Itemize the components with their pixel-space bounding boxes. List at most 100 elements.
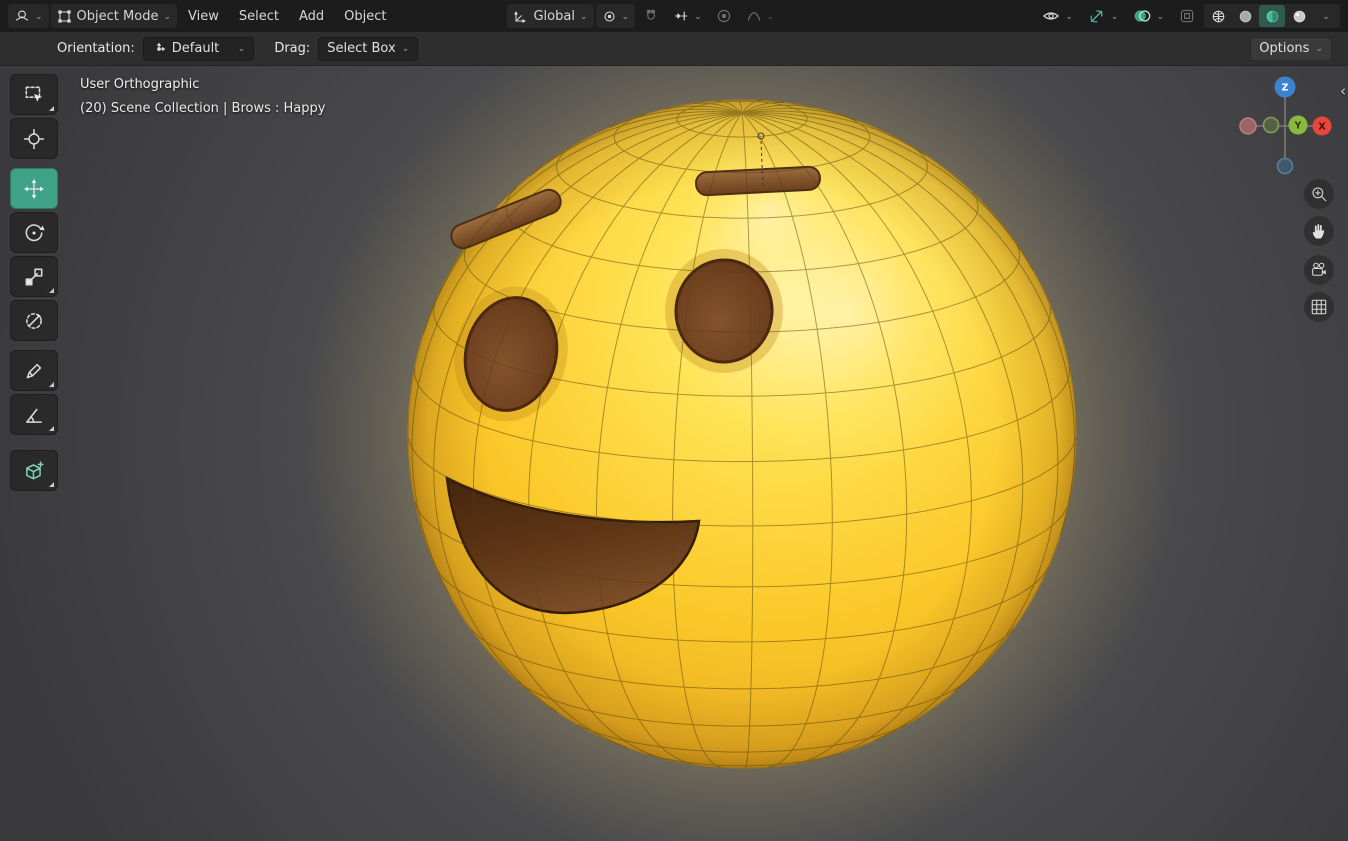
gizmo-x-label: X <box>1318 122 1326 133</box>
tool-cursor[interactable] <box>10 118 58 159</box>
subtool-indicator <box>49 482 54 487</box>
editor-type-button[interactable]: ⌄ <box>8 4 49 28</box>
gizmo-axis-neg-x[interactable] <box>1239 117 1257 135</box>
menu-add[interactable]: Add <box>290 4 333 28</box>
grid-icon <box>1311 299 1327 315</box>
menu-view[interactable]: View <box>179 4 228 28</box>
mode-dropdown[interactable]: Object Mode ⌄ <box>50 4 177 28</box>
tool-shelf <box>10 74 58 497</box>
shading-solid-button[interactable] <box>1232 5 1258 27</box>
orientation-value: Global <box>533 8 575 24</box>
tool-annotate[interactable] <box>10 350 58 391</box>
subtool-indicator <box>49 426 54 431</box>
pivot-icon <box>603 10 615 22</box>
shading-rendered-button[interactable] <box>1286 5 1312 27</box>
chevron-down-icon: ⌄ <box>1065 11 1073 22</box>
viewport-shading-group: ⌄ <box>1204 4 1340 28</box>
subtool-indicator <box>49 106 54 111</box>
annotate-pen-icon <box>26 363 42 378</box>
drag-label: Drag: <box>274 41 311 56</box>
menu-object[interactable]: Object <box>335 4 395 28</box>
orientation-select[interactable]: Default ⌄ <box>142 36 255 61</box>
chevron-down-icon: ⌄ <box>1322 11 1330 22</box>
magnet-icon <box>647 9 655 20</box>
subtool-indicator <box>49 382 54 387</box>
camera-view-button[interactable] <box>1304 255 1334 285</box>
chevron-down-icon: ⌄ <box>579 11 588 22</box>
drag-select[interactable]: Select Box ⌄ <box>318 36 419 61</box>
material-sphere-icon <box>1266 10 1278 22</box>
tool-settings-bar: Orientation: Default ⌄ Drag: Select Box … <box>0 32 1348 66</box>
falloff-curve-icon <box>747 12 760 21</box>
solid-sphere-icon <box>1239 10 1251 22</box>
menu-select[interactable]: Select <box>230 4 288 28</box>
tool-move[interactable] <box>10 168 58 209</box>
chevron-down-icon: ⌄ <box>621 11 630 22</box>
wireframe-sphere-icon <box>1212 10 1224 22</box>
subtool-indicator <box>49 288 54 293</box>
gizmo-axis-neg-z[interactable] <box>1276 157 1294 175</box>
orientation-select-value: Default <box>171 41 220 56</box>
chevron-down-icon: ⌄ <box>1315 44 1323 54</box>
transform-orientation-dropdown[interactable]: Global ⌄ <box>507 4 594 28</box>
overlays-icon <box>1135 10 1151 22</box>
gizmo-y-label: Y <box>1294 121 1302 132</box>
axis-icon <box>156 42 165 51</box>
xray-toggle-button[interactable] <box>1173 4 1201 28</box>
viewport-3d: User Orthographic (20) Scene Collection … <box>0 66 1348 841</box>
chevron-down-icon: ⌄ <box>694 11 702 22</box>
shading-wireframe-button[interactable] <box>1205 5 1231 27</box>
drag-select-value: Select Box <box>327 41 396 56</box>
chevron-down-icon: ⌄ <box>35 11 43 22</box>
chevron-down-icon: ⌄ <box>1156 11 1164 22</box>
shading-material-button[interactable] <box>1259 5 1285 27</box>
pan-button[interactable] <box>1304 216 1334 246</box>
orientation-label: Orientation: <box>57 41 135 56</box>
rendered-sphere-icon <box>1293 10 1305 22</box>
tool-rotate[interactable] <box>10 212 58 253</box>
editor-type-icon <box>15 10 29 21</box>
move-icon <box>24 178 44 199</box>
navigation-gizmo[interactable]: Y X Z <box>1230 74 1340 186</box>
shading-options-dropdown[interactable]: ⌄ <box>1313 5 1339 27</box>
proportional-circle-icon <box>717 9 730 23</box>
chevron-down-icon: ⌄ <box>163 11 171 22</box>
sidebar-toggle-chevron[interactable]: ‹ <box>1340 82 1346 100</box>
viewport-canvas[interactable] <box>0 66 1348 841</box>
measure-icon <box>26 408 42 423</box>
tool-scale[interactable] <box>10 256 58 297</box>
overlays-dropdown[interactable]: ⌄ <box>1127 4 1170 28</box>
transform-icon <box>26 312 42 329</box>
tool-select-box[interactable] <box>10 74 58 115</box>
object-mode-icon <box>57 9 71 23</box>
camera-icon <box>1312 262 1326 276</box>
emoji-sphere[interactable] <box>407 99 1077 769</box>
gizmo-z-label: Z <box>1282 83 1289 94</box>
select-box-icon <box>25 86 43 102</box>
object-visibility-dropdown[interactable]: ⌄ <box>1036 4 1079 28</box>
proportional-falloff-dropdown[interactable]: ⌄ <box>740 4 781 28</box>
tool-transform[interactable] <box>10 300 58 341</box>
xray-icon <box>1180 9 1194 23</box>
snap-target-dropdown[interactable]: ⌄ <box>667 4 708 28</box>
toggle-ortho-button[interactable] <box>1304 292 1334 322</box>
chevron-down-icon: ⌄ <box>401 44 410 54</box>
gizmo-arrows-icon <box>1090 10 1103 23</box>
options-dropdown[interactable]: Options ⌄ <box>1250 36 1332 61</box>
tool-measure[interactable] <box>10 394 58 435</box>
hand-icon <box>1312 224 1324 239</box>
proportional-editing-button[interactable] <box>710 4 738 28</box>
snap-to-icon <box>674 11 688 21</box>
tool-add-cube[interactable] <box>10 450 58 491</box>
add-cube-icon <box>26 460 44 479</box>
mode-label: Object Mode <box>76 8 159 24</box>
cursor-icon <box>23 128 45 149</box>
show-gizmo-dropdown[interactable]: ⌄ <box>1082 4 1125 28</box>
zoom-button[interactable] <box>1304 179 1334 209</box>
pivot-point-dropdown[interactable]: ⌄ <box>595 4 636 28</box>
zoom-icon <box>1312 187 1327 202</box>
options-label: Options <box>1259 41 1310 56</box>
header-bar: ⌄ Object Mode ⌄ View Select Add Object G… <box>0 0 1348 32</box>
snap-toggle-button[interactable] <box>637 4 665 28</box>
gizmo-axis-neg-y[interactable] <box>1262 116 1280 134</box>
